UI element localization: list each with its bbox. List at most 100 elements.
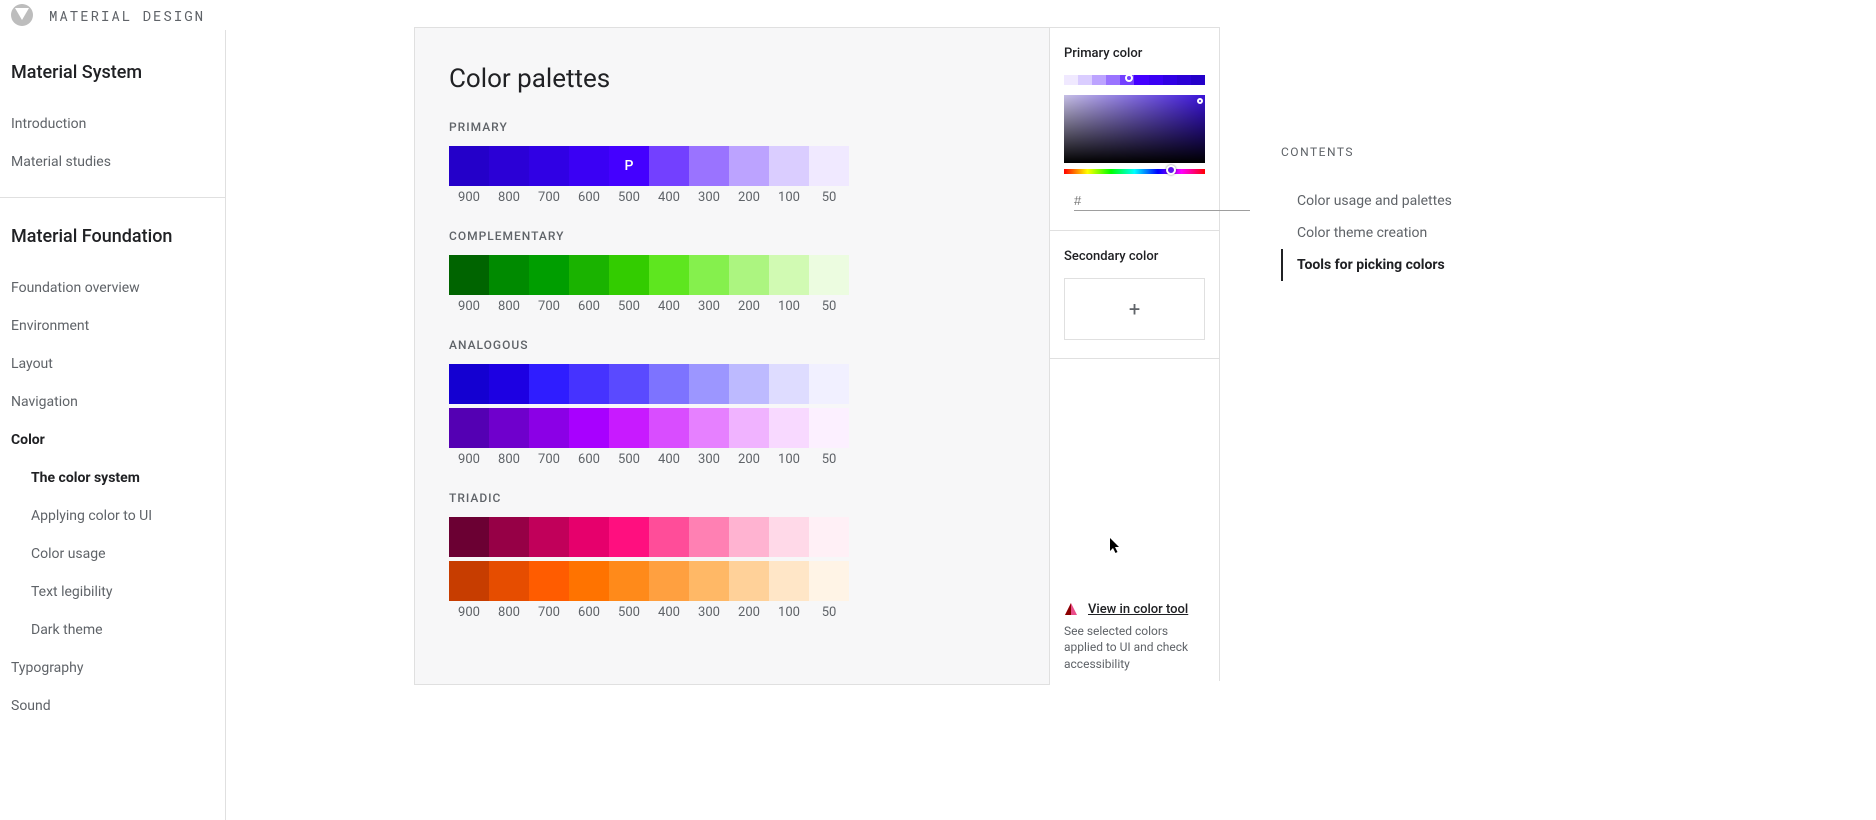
swatch[interactable]: [449, 364, 489, 404]
swatch[interactable]: [769, 517, 809, 557]
swatch[interactable]: [529, 255, 569, 295]
indicator-analogous-2[interactable]: [649, 408, 689, 448]
swatch[interactable]: [489, 364, 529, 404]
swatch-row-analogous-1[interactable]: [449, 364, 849, 404]
swatch[interactable]: [569, 364, 609, 404]
swatch[interactable]: [449, 517, 489, 557]
tone-bar[interactable]: [1064, 75, 1205, 85]
swatch[interactable]: [729, 408, 769, 448]
swatch[interactable]: [809, 517, 849, 557]
add-secondary-button[interactable]: +: [1064, 278, 1205, 340]
color-area-thumb[interactable]: [1197, 98, 1203, 104]
swatch-row-primary[interactable]: P: [449, 146, 849, 186]
swatch[interactable]: [769, 561, 809, 601]
swatch[interactable]: [729, 517, 769, 557]
color-area[interactable]: [1064, 95, 1205, 163]
swatch[interactable]: [649, 146, 689, 186]
hue-thumb[interactable]: [1166, 165, 1176, 175]
swatch[interactable]: [489, 255, 529, 295]
swatch[interactable]: [529, 561, 569, 601]
nav-item-applying-color[interactable]: Applying color to UI: [0, 497, 225, 535]
swatch[interactable]: [449, 408, 489, 448]
swatch[interactable]: [569, 561, 609, 601]
nav-item-material-studies[interactable]: Material studies: [0, 143, 225, 181]
nav-item-foundation-overview[interactable]: Foundation overview: [0, 269, 225, 307]
nav-item-layout[interactable]: Layout: [0, 345, 225, 383]
nav-item-color-usage[interactable]: Color usage: [0, 535, 225, 573]
tone-marker[interactable]: [1125, 74, 1133, 82]
swatch[interactable]: [649, 364, 689, 404]
indicator-analogous-1[interactable]: [529, 364, 569, 404]
toc-item-color-usage[interactable]: Color usage and palettes: [1281, 185, 1541, 217]
tone-swatch[interactable]: [1078, 75, 1092, 85]
swatch[interactable]: [609, 364, 649, 404]
swatch-row-triadic-1[interactable]: [449, 517, 849, 557]
swatch[interactable]: [809, 146, 849, 186]
nav-item-color[interactable]: Color: [0, 421, 225, 459]
indicator-triadic-2[interactable]: [489, 561, 529, 601]
hex-input[interactable]: [1074, 191, 1250, 211]
swatch[interactable]: [809, 255, 849, 295]
swatch[interactable]: [609, 561, 649, 601]
swatch[interactable]: [569, 517, 609, 557]
swatch[interactable]: [569, 408, 609, 448]
swatch[interactable]: [609, 517, 649, 557]
swatch-row-complementary[interactable]: [449, 255, 849, 295]
tone-swatch[interactable]: [1064, 75, 1078, 85]
swatch[interactable]: [609, 255, 649, 295]
swatch[interactable]: [649, 561, 689, 601]
swatch[interactable]: [769, 364, 809, 404]
nav-item-color-system[interactable]: The color system: [0, 459, 225, 497]
swatch[interactable]: [809, 561, 849, 601]
swatch-row-triadic-2[interactable]: [449, 561, 849, 601]
swatch[interactable]: [569, 146, 609, 186]
swatch[interactable]: [529, 517, 569, 557]
swatch[interactable]: [529, 146, 569, 186]
swatch[interactable]: [769, 146, 809, 186]
hue-slider[interactable]: [1064, 169, 1205, 174]
swatch[interactable]: [529, 408, 569, 448]
swatch[interactable]: [449, 255, 489, 295]
nav-item-text-legibility[interactable]: Text legibility: [0, 573, 225, 611]
indicator-primary[interactable]: P: [609, 146, 649, 186]
swatch[interactable]: [729, 146, 769, 186]
toc-item-tools-picking[interactable]: Tools for picking colors: [1281, 249, 1541, 281]
indicator-complementary[interactable]: [649, 255, 689, 295]
tone-swatch[interactable]: [1191, 75, 1205, 85]
swatch-row-analogous-2[interactable]: [449, 408, 849, 448]
tone-swatch[interactable]: [1163, 75, 1177, 85]
swatch[interactable]: [809, 364, 849, 404]
swatch[interactable]: [689, 561, 729, 601]
swatch[interactable]: [569, 255, 609, 295]
swatch[interactable]: [689, 255, 729, 295]
swatch[interactable]: [689, 408, 729, 448]
swatch[interactable]: [449, 561, 489, 601]
swatch[interactable]: [729, 364, 769, 404]
material-logo[interactable]: [11, 4, 33, 26]
nav-item-sound[interactable]: Sound: [0, 687, 225, 725]
toc-item-theme-creation[interactable]: Color theme creation: [1281, 217, 1541, 249]
swatch[interactable]: [489, 408, 529, 448]
swatch[interactable]: [489, 146, 529, 186]
indicator-triadic-1[interactable]: [649, 517, 689, 557]
swatch[interactable]: [449, 146, 489, 186]
tone-swatch[interactable]: [1134, 75, 1148, 85]
nav-item-environment[interactable]: Environment: [0, 307, 225, 345]
nav-item-typography[interactable]: Typography: [0, 649, 225, 687]
swatch[interactable]: [809, 408, 849, 448]
swatch[interactable]: [609, 408, 649, 448]
swatch[interactable]: [729, 255, 769, 295]
view-in-color-tool-link[interactable]: View in color tool: [1064, 602, 1205, 617]
nav-item-navigation[interactable]: Navigation: [0, 383, 225, 421]
swatch[interactable]: [769, 255, 809, 295]
tone-swatch[interactable]: [1149, 75, 1163, 85]
swatch[interactable]: [489, 517, 529, 557]
tone-swatch[interactable]: [1092, 75, 1106, 85]
swatch[interactable]: [769, 408, 809, 448]
nav-item-introduction[interactable]: Introduction: [0, 105, 225, 143]
swatch[interactable]: [689, 364, 729, 404]
nav-item-dark-theme[interactable]: Dark theme: [0, 611, 225, 649]
swatch[interactable]: [689, 146, 729, 186]
tone-swatch[interactable]: [1177, 75, 1191, 85]
tone-swatch[interactable]: [1106, 75, 1120, 85]
